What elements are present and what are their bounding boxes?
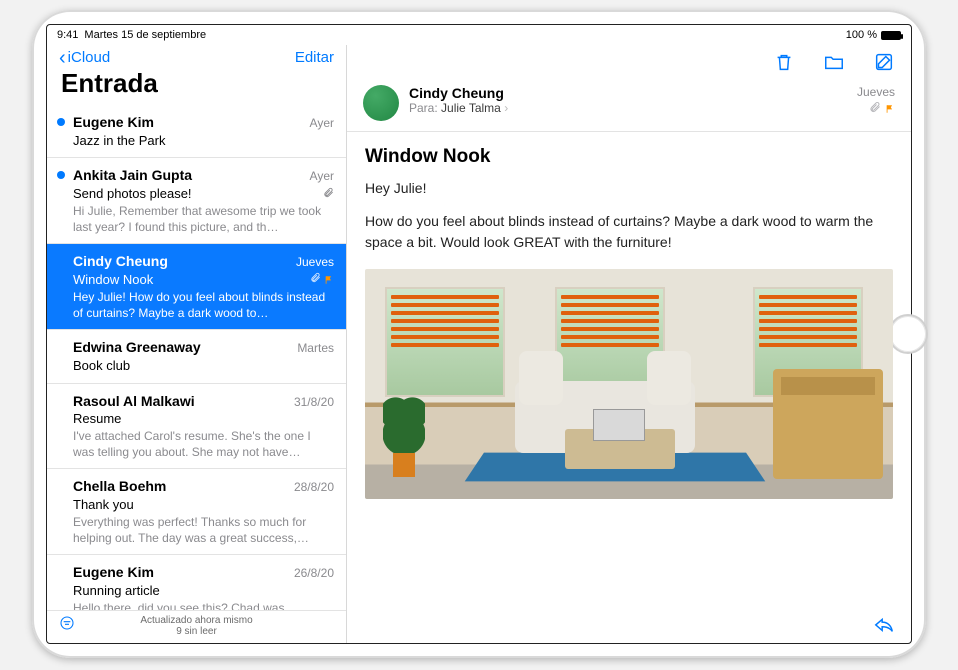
back-label: iCloud bbox=[68, 49, 111, 66]
footer-unread: 9 sin leer bbox=[47, 626, 346, 637]
reader-toolbar bbox=[347, 45, 911, 77]
message-row[interactable]: Chella Boehm 28/8/20 Thank youEverything w… bbox=[47, 469, 346, 555]
trash-button[interactable] bbox=[773, 51, 795, 73]
body-greeting: Hey Julie! bbox=[365, 178, 893, 199]
chevron-left-icon: ‹ bbox=[59, 51, 66, 65]
row-sender: Eugene Kim bbox=[73, 563, 154, 582]
status-time: 9:41 bbox=[57, 29, 78, 41]
row-sender: Edwina Greenaway bbox=[73, 338, 201, 357]
attachment-icon bbox=[310, 274, 321, 286]
row-sender: Rasoul Al Malkawi bbox=[73, 392, 195, 411]
row-sender: Eugene Kim bbox=[73, 113, 154, 132]
move-button[interactable] bbox=[823, 51, 845, 73]
message-date: Jueves bbox=[857, 85, 895, 99]
filter-button[interactable] bbox=[59, 615, 75, 634]
body-text: How do you feel about blinds instead of … bbox=[365, 211, 893, 253]
chevron-right-icon: › bbox=[504, 101, 508, 115]
battery-pct: 100 % bbox=[846, 29, 877, 41]
row-subject: Resume bbox=[73, 410, 121, 428]
row-preview: Hello there, did you see this? Chad was bbox=[73, 600, 334, 610]
to-name: Julie Talma bbox=[441, 101, 501, 115]
row-sender: Chella Boehm bbox=[73, 477, 166, 496]
row-sender: Ankita Jain Gupta bbox=[73, 166, 192, 185]
attachment-icon bbox=[869, 101, 881, 116]
status-bar: 9:41 Martes 15 de septiembre 100 % bbox=[47, 25, 911, 45]
message-row[interactable]: Eugene Kim Ayer Jazz in the Park bbox=[47, 105, 346, 158]
row-sender: Cindy Cheung bbox=[73, 252, 168, 271]
inline-image[interactable] bbox=[365, 269, 893, 499]
message-subject: Window Nook bbox=[347, 132, 911, 178]
row-subject: Window Nook bbox=[73, 271, 153, 289]
row-preview: Everything was perfect! Thanks so much f… bbox=[73, 514, 334, 546]
message-list[interactable]: Eugene Kim Ayer Jazz in the Park Ankita Jai… bbox=[47, 105, 346, 610]
message-body: Hey Julie! How do you feel about blinds … bbox=[347, 178, 911, 265]
row-date: Jueves bbox=[296, 254, 334, 270]
flag-icon bbox=[885, 104, 895, 114]
avatar[interactable] bbox=[363, 85, 399, 121]
list-footer: Actualizado ahora mismo 9 sin leer bbox=[47, 610, 346, 643]
attachment-icon bbox=[323, 189, 334, 201]
row-subject: Thank you bbox=[73, 496, 134, 514]
row-subject: Running article bbox=[73, 582, 160, 600]
reply-button[interactable] bbox=[873, 613, 895, 635]
row-date: Martes bbox=[297, 340, 334, 356]
message-header: Cindy Cheung Para: Julie Talma › Jueves bbox=[347, 77, 911, 132]
row-date: Ayer bbox=[310, 168, 334, 184]
row-date: Ayer bbox=[310, 115, 334, 131]
flag-icon bbox=[324, 275, 334, 285]
message-row[interactable]: Cindy Cheung Jueves Window Nook Hey Julie!… bbox=[47, 244, 346, 330]
from-name[interactable]: Cindy Cheung bbox=[409, 85, 847, 101]
row-subject: Book club bbox=[73, 357, 130, 375]
compose-button[interactable] bbox=[873, 51, 895, 73]
message-row[interactable]: Rasoul Al Malkawi 31/8/20 ResumeI've attac… bbox=[47, 384, 346, 470]
row-date: 28/8/20 bbox=[294, 479, 334, 495]
battery-icon bbox=[881, 31, 901, 40]
row-subject: Jazz in the Park bbox=[73, 132, 166, 150]
unread-dot-icon bbox=[57, 118, 65, 126]
row-preview: Hey Julie! How do you feel about blinds … bbox=[73, 289, 334, 321]
to-line[interactable]: Para: Julie Talma › bbox=[409, 101, 847, 115]
row-date: 31/8/20 bbox=[294, 394, 334, 410]
message-row[interactable]: Eugene Kim 26/8/20 Running articleHello th… bbox=[47, 555, 346, 610]
message-row[interactable]: Edwina Greenaway Martes Book club bbox=[47, 330, 346, 383]
to-label: Para: bbox=[409, 101, 438, 115]
unread-dot-icon bbox=[57, 171, 65, 179]
row-subject: Send photos please! bbox=[73, 185, 192, 203]
edit-button[interactable]: Editar bbox=[295, 49, 334, 66]
footer-updated: Actualizado ahora mismo bbox=[47, 615, 346, 626]
status-date: Martes 15 de septiembre bbox=[84, 29, 206, 41]
row-date: 26/8/20 bbox=[294, 565, 334, 581]
row-preview: Hi Julie, Remember that awesome trip we … bbox=[73, 203, 334, 235]
message-row[interactable]: Ankita Jain Gupta Ayer Send photos please!… bbox=[47, 158, 346, 244]
row-preview: I've attached Carol's resume. She's the … bbox=[73, 428, 334, 460]
mailbox-title: Entrada bbox=[47, 68, 346, 105]
back-button[interactable]: ‹ iCloud bbox=[59, 49, 110, 66]
